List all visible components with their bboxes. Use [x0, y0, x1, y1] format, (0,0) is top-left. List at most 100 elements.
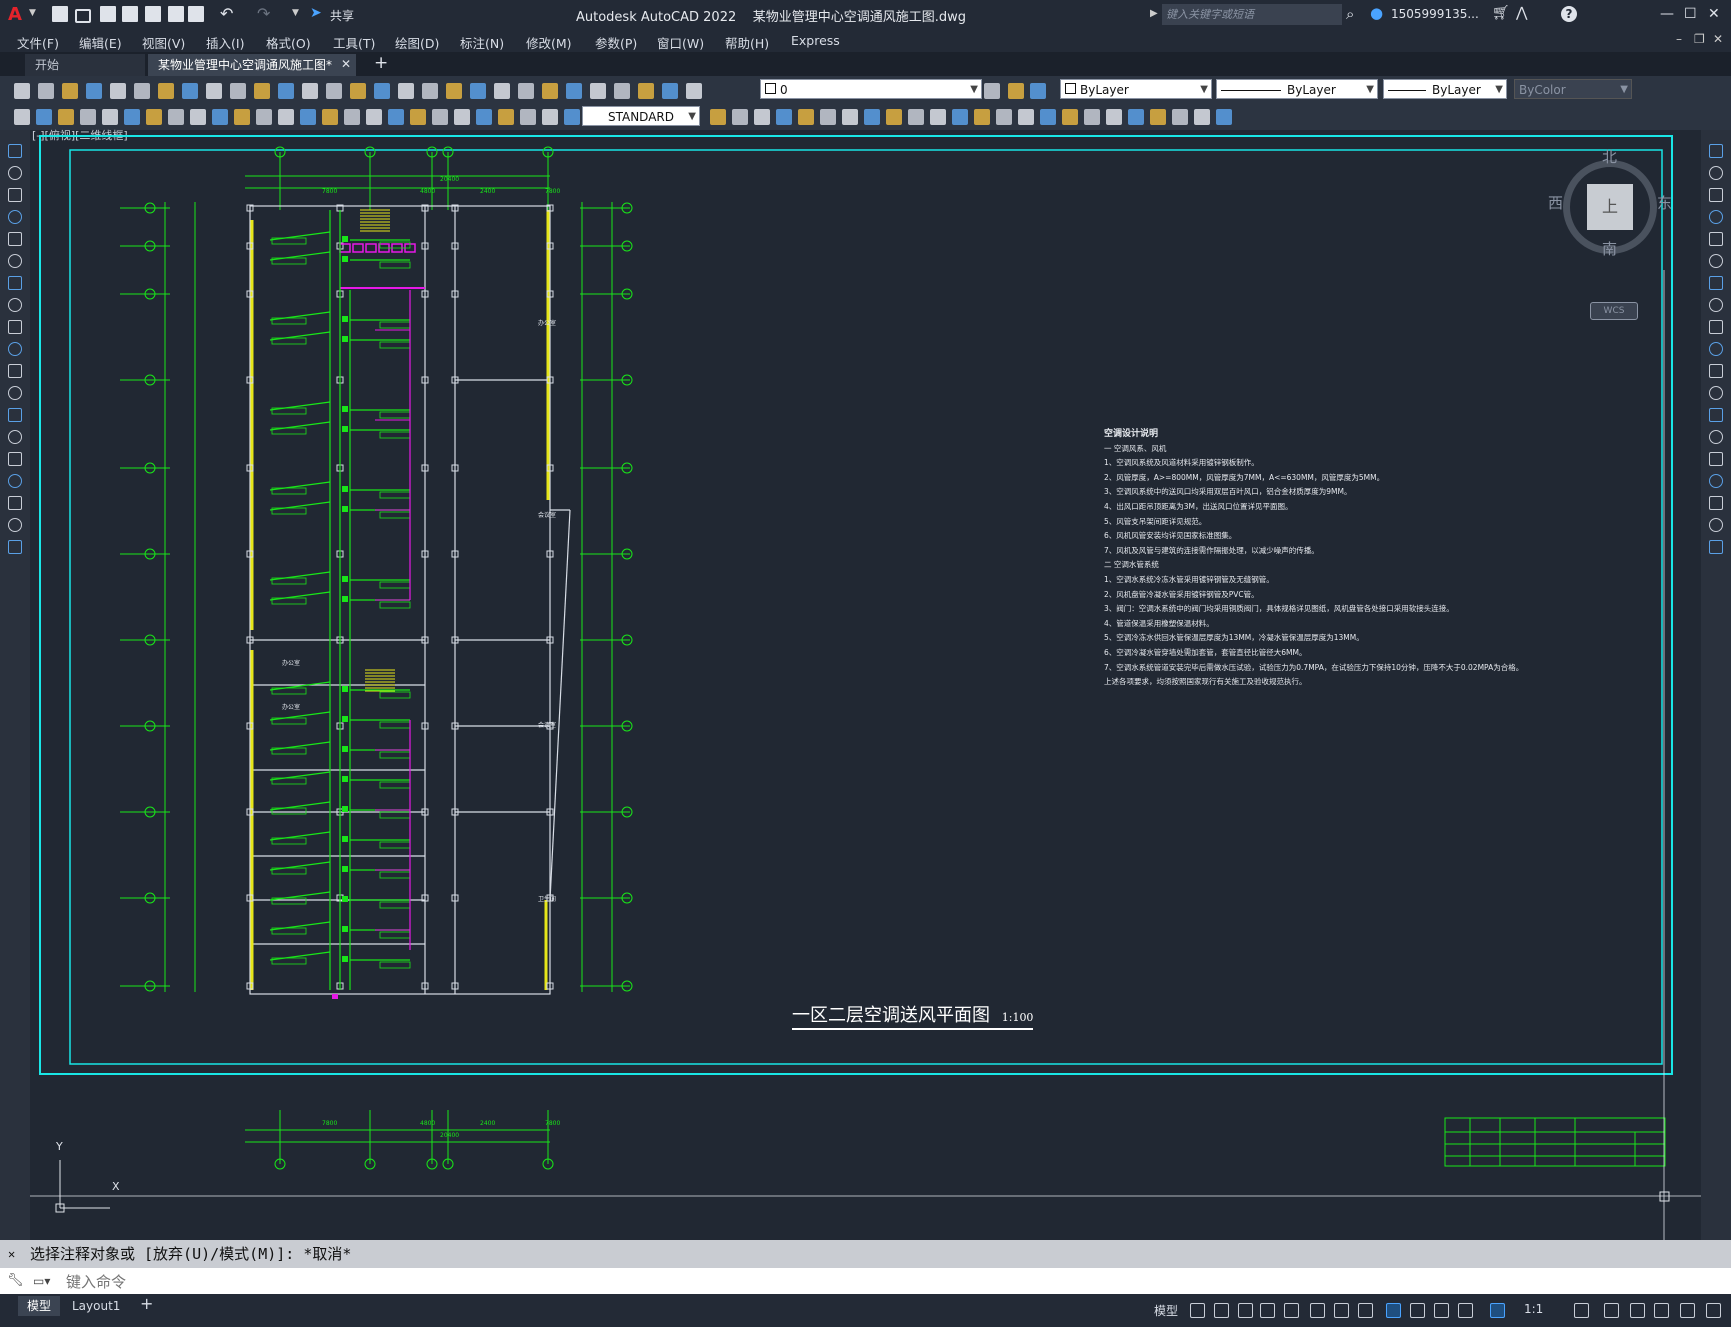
close-command-icon[interactable]: ✕: [8, 1240, 15, 1268]
dimension-tool-icon-27[interactable]: [710, 109, 726, 125]
dimension-tool-icon-11[interactable]: [234, 109, 250, 125]
standard-tool-icon-15[interactable]: [350, 83, 366, 99]
status-toggle-icon-13[interactable]: [1490, 1303, 1505, 1318]
dimension-tool-icon-3[interactable]: [58, 109, 74, 125]
dimension-tool-icon-28[interactable]: [732, 109, 748, 125]
modify-tool-icon-14[interactable]: [1709, 430, 1723, 444]
status-toggle-icon-15[interactable]: [1604, 1303, 1619, 1318]
dimension-tool-icon-16[interactable]: [344, 109, 360, 125]
standard-tool-icon-3[interactable]: [62, 83, 78, 99]
standard-tool-icon-18[interactable]: [422, 83, 438, 99]
dimension-tool-icon-46[interactable]: [1128, 109, 1144, 125]
menu-window[interactable]: 窗口(W): [657, 33, 704, 52]
viewcube-top-face[interactable]: 上: [1587, 184, 1633, 230]
standard-tool-icon-13[interactable]: [302, 83, 318, 99]
standard-tool-icon-25[interactable]: [590, 83, 606, 99]
tab-start[interactable]: 开始: [25, 54, 145, 76]
lineweight-combo[interactable]: ByLayer ▼: [1383, 79, 1507, 99]
menu-tools[interactable]: 工具(T): [333, 33, 375, 52]
plot-icon[interactable]: [188, 6, 204, 22]
color-combo[interactable]: ByLayer ▼: [1060, 79, 1212, 99]
dimension-tool-icon-19[interactable]: [410, 109, 426, 125]
drawing-canvas[interactable]: [-][俯视][二维线框] 7800 4800 2400 7800 20400 …: [30, 129, 1701, 1240]
dimension-tool-icon-2[interactable]: [36, 109, 52, 125]
standard-tool-icon-4[interactable]: [86, 83, 102, 99]
layer-combo[interactable]: 0 ▼: [760, 79, 982, 99]
search-icon[interactable]: ⌕: [1346, 5, 1354, 23]
draw-tool-icon-3[interactable]: [8, 188, 22, 202]
standard-tool-icon-28[interactable]: [662, 83, 678, 99]
compass-north[interactable]: 北: [1602, 146, 1617, 167]
share-icon[interactable]: ➤: [310, 5, 322, 21]
dimension-tool-icon-44[interactable]: [1084, 109, 1100, 125]
standard-tool-icon-6[interactable]: [134, 83, 150, 99]
dimension-tool-icon-12[interactable]: [256, 109, 272, 125]
draw-tool-icon-5[interactable]: [8, 232, 22, 246]
draw-tool-icon-6[interactable]: [8, 254, 22, 268]
dimension-tool-icon-35[interactable]: [886, 109, 902, 125]
draw-tool-icon-11[interactable]: [8, 364, 22, 378]
modify-tool-icon-9[interactable]: [1709, 320, 1723, 334]
dimension-tool-icon-32[interactable]: [820, 109, 836, 125]
standard-tool-icon-14[interactable]: [326, 83, 342, 99]
dimension-tool-icon-10[interactable]: [212, 109, 228, 125]
status-toggle-icon-8[interactable]: [1358, 1303, 1373, 1318]
tab-drawing[interactable]: 某物业管理中心空调通风施工图*: [148, 54, 356, 76]
modify-tool-icon-12[interactable]: [1709, 386, 1723, 400]
status-toggle-icon-10[interactable]: [1410, 1303, 1425, 1318]
dimension-tool-icon-4[interactable]: [80, 109, 96, 125]
standard-tool-icon-26[interactable]: [614, 83, 630, 99]
dimension-tool-icon-47[interactable]: [1150, 109, 1166, 125]
dimension-tool-icon-48[interactable]: [1172, 109, 1188, 125]
modify-tool-icon-8[interactable]: [1709, 298, 1723, 312]
status-toggle-icon-6[interactable]: [1310, 1303, 1325, 1318]
status-toggle-icon-9[interactable]: [1386, 1303, 1401, 1318]
modify-tool-icon-3[interactable]: [1709, 188, 1723, 202]
help-icon[interactable]: ?: [1561, 6, 1577, 22]
modify-tool-icon-17[interactable]: [1709, 496, 1723, 510]
open-file-icon[interactable]: [75, 9, 91, 23]
dimension-tool-icon-30[interactable]: [776, 109, 792, 125]
status-toggle-icon-3[interactable]: [1238, 1303, 1253, 1318]
modify-tool-icon-11[interactable]: [1709, 364, 1723, 378]
status-toggle-icon-2[interactable]: [1214, 1303, 1229, 1318]
draw-tool-icon-19[interactable]: [8, 540, 22, 554]
menu-modify[interactable]: 修改(M): [526, 33, 572, 52]
customize-icon[interactable]: 🔧︎: [7, 1268, 24, 1294]
status-toggle-icon-18[interactable]: [1680, 1303, 1695, 1318]
publish-icon[interactable]: [145, 6, 161, 22]
modify-tool-icon-2[interactable]: [1709, 166, 1723, 180]
dimension-tool-icon-29[interactable]: [754, 109, 770, 125]
menu-insert[interactable]: 插入(I): [206, 33, 244, 52]
modify-tool-icon-5[interactable]: [1709, 232, 1723, 246]
modify-tool-icon-18[interactable]: [1709, 518, 1723, 532]
dimension-tool-icon-31[interactable]: [798, 109, 814, 125]
standard-tool-icon-32[interactable]: [1030, 83, 1046, 99]
status-toggle-icon-16[interactable]: [1630, 1303, 1645, 1318]
draw-tool-icon-17[interactable]: [8, 496, 22, 510]
dimension-tool-icon-37[interactable]: [930, 109, 946, 125]
standard-tool-icon-20[interactable]: [470, 83, 486, 99]
dimension-tool-icon-33[interactable]: [842, 109, 858, 125]
linetype-combo[interactable]: ByLayer ▼: [1216, 79, 1378, 99]
modify-tool-icon-16[interactable]: [1709, 474, 1723, 488]
standard-tool-icon-1[interactable]: [14, 83, 30, 99]
status-toggle-icon-19[interactable]: [1706, 1303, 1721, 1318]
menu-help[interactable]: 帮助(H): [725, 33, 769, 52]
autocad-logo-icon[interactable]: A: [8, 4, 28, 26]
layout-tab-layout1[interactable]: Layout1: [72, 1296, 120, 1316]
dimension-tool-icon-50[interactable]: [1216, 109, 1232, 125]
standard-tool-icon-5[interactable]: [110, 83, 126, 99]
new-tab-icon[interactable]: +: [374, 53, 388, 73]
standard-tool-icon-9[interactable]: [206, 83, 222, 99]
text-style-combo[interactable]: STANDARD ▼: [582, 106, 700, 126]
modify-tool-icon-4[interactable]: [1709, 210, 1723, 224]
standard-tool-icon-12[interactable]: [278, 83, 294, 99]
draw-tool-icon-8[interactable]: [8, 298, 22, 312]
search-expand-icon[interactable]: ▶: [1150, 8, 1158, 19]
draw-tool-icon-2[interactable]: [8, 166, 22, 180]
standard-tool-icon-7[interactable]: [158, 83, 174, 99]
status-toggle-icon-4[interactable]: [1260, 1303, 1275, 1318]
menu-format[interactable]: 格式(O): [266, 33, 311, 52]
standard-tool-icon-29[interactable]: [686, 83, 702, 99]
